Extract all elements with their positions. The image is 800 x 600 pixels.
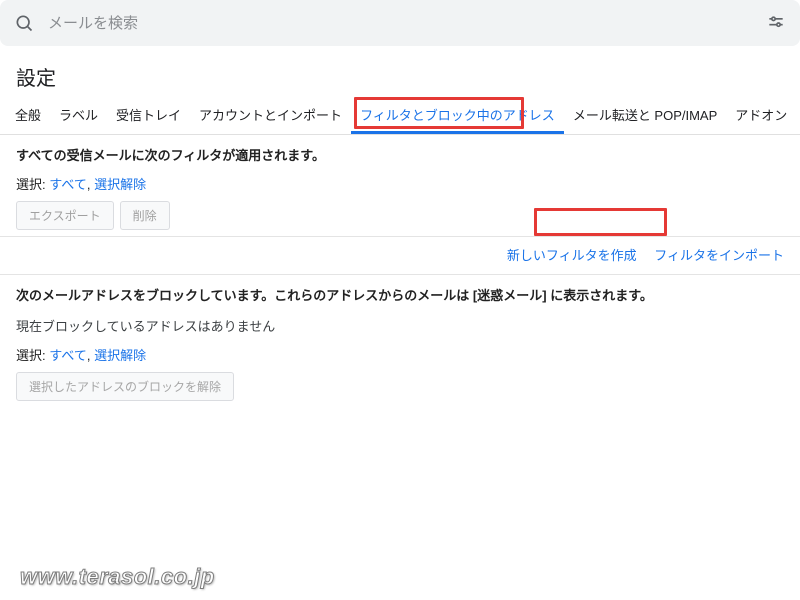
filters-select-line: 選択: すべて, 選択解除 <box>16 174 784 193</box>
tab-chat[interactable]: チャットと <box>796 97 800 134</box>
filters-button-row: エクスポート 削除 <box>16 201 784 230</box>
tab-forwarding[interactable]: メール転送と POP/IMAP <box>564 97 726 134</box>
tab-filters[interactable]: フィルタとブロック中のアドレス <box>351 97 564 134</box>
watermark: www.terasol.co.jp <box>20 564 215 590</box>
tab-general[interactable]: 全般 <box>6 97 50 134</box>
select-all-link[interactable]: すべて <box>49 177 87 192</box>
select-label-blocked: 選択: <box>16 348 46 363</box>
blocked-select-line: 選択: すべて, 選択解除 <box>16 345 784 364</box>
tab-accounts[interactable]: アカウントとインポート <box>190 97 351 134</box>
import-filter-link[interactable]: フィルタをインポート <box>654 248 784 263</box>
delete-button[interactable]: 削除 <box>120 201 170 230</box>
filters-section-title: すべての受信メールに次のフィルタが適用されます。 <box>16 145 784 164</box>
unblock-button[interactable]: 選択したアドレスのブロックを解除 <box>16 372 234 401</box>
blocked-empty-text: 現在ブロックしているアドレスはありません <box>16 312 784 345</box>
search-icon <box>14 13 34 33</box>
settings-tabs: 全般 ラベル 受信トレイ アカウントとインポート フィルタとブロック中のアドレス… <box>0 97 800 135</box>
blocked-section-title: 次のメールアドレスをブロックしています。これらのアドレスからのメールは [迷惑メ… <box>16 285 784 304</box>
blocked-select-none-link[interactable]: 選択解除 <box>94 348 146 363</box>
tab-addons[interactable]: アドオン <box>726 97 796 134</box>
blocked-select-all-link[interactable]: すべて <box>49 348 87 363</box>
create-filter-link[interactable]: 新しいフィルタを作成 <box>507 248 637 263</box>
search-tune-icon[interactable] <box>766 13 786 33</box>
search-bar[interactable] <box>0 0 800 46</box>
select-label: 選択: <box>16 177 46 192</box>
blocked-section: 次のメールアドレスをブロックしています。これらのアドレスからのメールは [迷惑メ… <box>0 275 800 407</box>
select-none-link[interactable]: 選択解除 <box>94 177 146 192</box>
tab-inbox[interactable]: 受信トレイ <box>107 97 190 134</box>
export-button[interactable]: エクスポート <box>16 201 114 230</box>
filter-links-row: 新しいフィルタを作成 フィルタをインポート <box>0 237 800 275</box>
page-title: 設定 <box>0 52 800 97</box>
tab-labels[interactable]: ラベル <box>50 97 107 134</box>
search-input[interactable] <box>48 15 766 32</box>
filters-section: すべての受信メールに次のフィルタが適用されます。 選択: すべて, 選択解除 エ… <box>0 135 800 237</box>
